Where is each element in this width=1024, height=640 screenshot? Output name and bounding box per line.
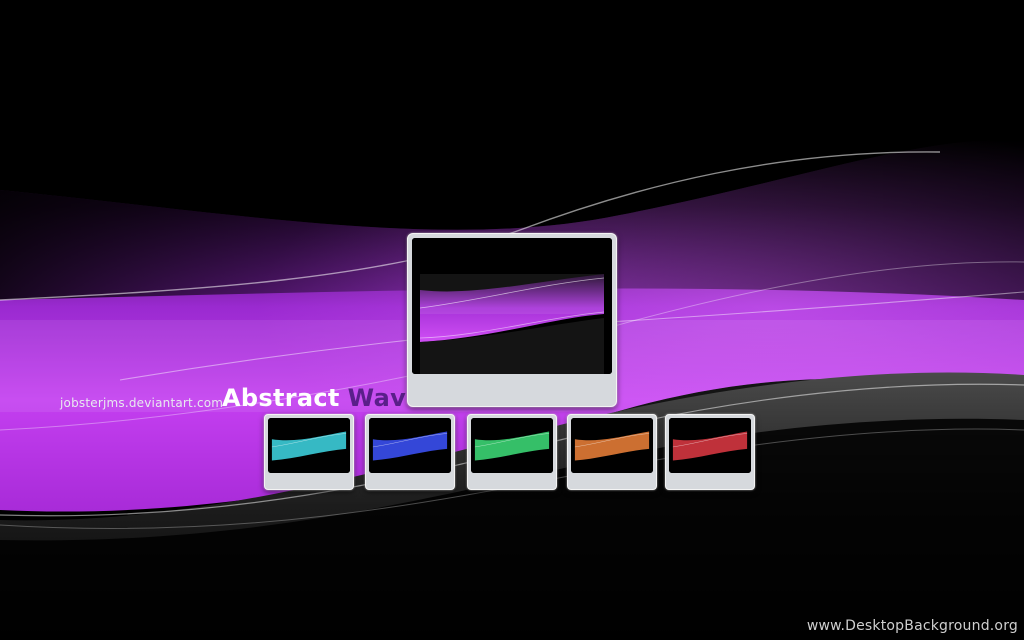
watermark-text: www.DesktopBackground.org xyxy=(806,618,1018,634)
credit-text: jobsterjms.deviantart.com xyxy=(60,396,224,410)
thumbnail-screen xyxy=(571,418,653,473)
main-monitor-screen xyxy=(412,238,612,374)
thumbnail-screen xyxy=(369,418,451,473)
thumbnail-screen xyxy=(471,418,553,473)
title-abstract: Abstract xyxy=(222,384,340,412)
thumbnail-wave xyxy=(669,418,751,473)
thumbnail-blue[interactable] xyxy=(365,414,455,490)
thumbnail-red[interactable] xyxy=(665,414,755,490)
main-monitor-preview xyxy=(407,233,617,407)
thumbnail-orange[interactable] xyxy=(567,414,657,490)
thumbnail-wave xyxy=(471,418,553,473)
wallpaper: jobsterjms.deviantart.com AbstractWave xyxy=(0,0,1024,640)
thumbnail-wave xyxy=(268,418,350,473)
thumbnail-green[interactable] xyxy=(467,414,557,490)
thumbnail-cyan[interactable] xyxy=(264,414,354,490)
wallpaper-title: Abstract Wave xyxy=(222,384,423,412)
thumbnail-screen xyxy=(268,418,350,473)
thumbnail-wave xyxy=(571,418,653,473)
main-preview-wave xyxy=(412,238,612,374)
thumbnail-screen xyxy=(669,418,751,473)
thumbnail-wave xyxy=(369,418,451,473)
